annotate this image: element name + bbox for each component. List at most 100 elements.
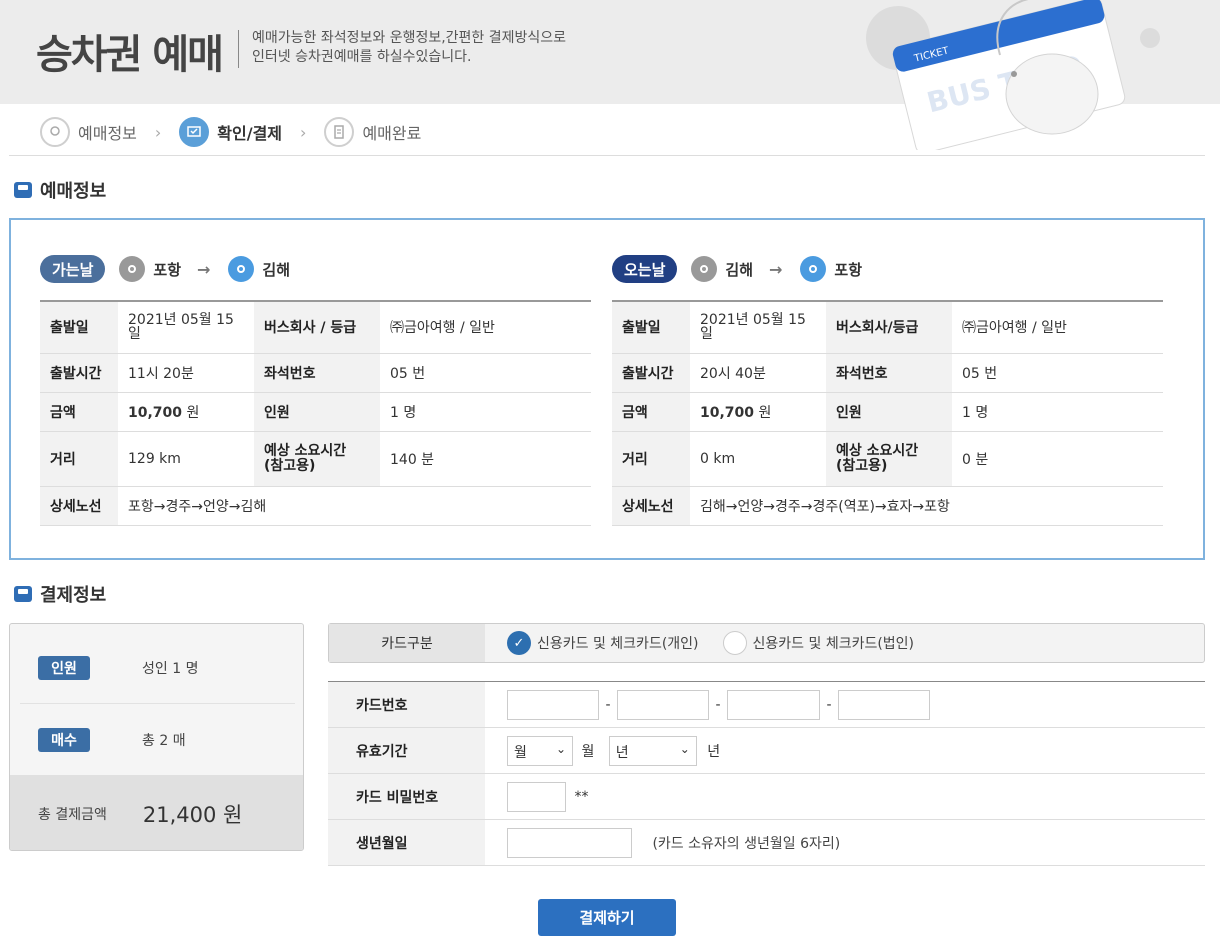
seat-value: 05 번 — [380, 353, 591, 393]
location-pin-icon — [800, 256, 827, 282]
page-description-line1: 예매가능한 좌석정보와 운행정보,간편한 결제방식으로 — [252, 30, 567, 46]
progress-steps: 예매정보 › 확인/결제 › 예매완료 — [40, 114, 421, 150]
total-label: 총 결제금액 — [38, 806, 107, 823]
price-unit: 원 — [186, 404, 200, 421]
card-option-label: 신용카드 및 체크카드(법인) — [752, 636, 915, 652]
page-title: 승차권 예매 — [36, 32, 224, 78]
origin-city: 포항 — [153, 260, 182, 279]
step-reservation-info: 예매정보 — [40, 117, 137, 147]
location-pin-icon — [119, 256, 146, 282]
birth-input[interactable] — [507, 827, 632, 858]
step-label: 확인/결제 — [217, 124, 283, 143]
depart-time-value: 11시 20분 — [118, 353, 254, 393]
card-form: 카드번호 --- 유효기간 월 ⌄ 월 년 ⌄ 년 카드 비밀번호 ** 생년월일 … — [328, 681, 1205, 866]
summary-tickets-row: 매수 총 2 매 — [10, 728, 303, 752]
password-label: 카드 비밀번호 — [328, 773, 485, 820]
people-label: 인원 — [826, 392, 952, 432]
ticket-illustration: TICKET BUS TAGO — [866, 0, 1160, 150]
pay-button[interactable]: 결제하기 — [538, 899, 676, 936]
price-value: 10,700 — [128, 404, 183, 421]
summary-divider — [20, 703, 295, 704]
route-label: 상세노선 — [40, 486, 118, 526]
price-label: 금액 — [612, 392, 690, 432]
birth-label: 생년월일 — [328, 819, 485, 866]
card-type-label: 카드구분 — [329, 624, 485, 662]
location-icon — [40, 117, 70, 147]
year-select[interactable]: 년 ⌄ — [608, 735, 697, 766]
card-number-input-4[interactable] — [838, 689, 930, 720]
company-label: 버스회사/등급 — [826, 301, 952, 354]
section-title-text: 예매정보 — [40, 181, 107, 202]
password-suffix: ** — [574, 788, 589, 805]
dash-separator: - — [826, 696, 832, 713]
price-cell: 10,700 원 — [690, 392, 826, 432]
chevron-right-icon: › — [300, 122, 307, 142]
depart-time-label: 출발시간 — [40, 353, 118, 393]
payment-summary: 인원 성인 1 명 매수 총 2 매 총 결제금액 21,400 원 — [9, 623, 304, 851]
chevron-right-icon: › — [154, 122, 162, 142]
card-number-input-2[interactable] — [617, 689, 709, 720]
origin-city: 김해 — [725, 260, 754, 279]
month-select[interactable]: 월 ⌄ — [507, 735, 573, 766]
duration-value: 140 분 — [380, 431, 591, 487]
radio-empty-icon[interactable] — [722, 631, 747, 655]
summary-total-row: 총 결제금액 21,400 원 — [10, 775, 303, 850]
step-label: 예매정보 — [78, 124, 137, 143]
card-number-label: 카드번호 — [328, 681, 485, 728]
check-icon[interactable]: ✓ — [507, 631, 531, 655]
depart-date-label: 출발일 — [612, 301, 690, 354]
distance-value: 0 km — [690, 431, 826, 487]
route-label: 상세노선 — [612, 486, 690, 526]
step-reservation-complete: 예매완료 — [324, 117, 421, 147]
card-option-label: 신용카드 및 체크카드(개인) — [537, 636, 699, 652]
page-description: 예매가능한 좌석정보와 운행정보,간편한 결제방식으로 인터넷 승차권예매를 하… — [252, 29, 612, 67]
depart-time-label: 출발시간 — [612, 353, 690, 393]
card-number-input-3[interactable] — [727, 689, 820, 720]
reservation-section-title: 예매정보 — [14, 177, 106, 203]
summary-people-row: 인원 성인 1 명 — [10, 656, 303, 680]
people-value: 1 명 — [952, 392, 1163, 432]
birth-fields: (카드 소유자의 생년월일 6자리) — [485, 819, 1205, 866]
outbound-trip: 가는날 포항 → 김해 출발일 2021년 05월 15일 버스회사 / 등급 … — [40, 252, 591, 526]
inbound-badge: 오는날 — [612, 255, 678, 283]
card-type-row: 카드구분 ✓ 신용카드 및 체크카드(개인) 신용카드 및 체크카드(법인) — [328, 623, 1205, 663]
distance-value: 129 km — [118, 431, 254, 487]
bus-icon — [14, 182, 32, 198]
tickets-badge: 매수 — [38, 728, 90, 752]
destination-city: 포항 — [834, 260, 863, 279]
password-input[interactable] — [507, 781, 566, 812]
arrow-right-icon: → — [769, 259, 783, 279]
expiry-label: 유효기간 — [328, 727, 485, 774]
inbound-trip: 오는날 김해 → 포항 출발일 2021년 05월 15일 버스회사/등급 ㈜금… — [612, 252, 1163, 526]
depart-time-value: 20시 40분 — [690, 353, 826, 393]
expiry-fields: 월 ⌄ 월 년 ⌄ 년 — [485, 727, 1205, 774]
outbound-route: 가는날 포항 → 김해 — [40, 252, 591, 286]
step-confirm-payment: 확인/결제 — [179, 117, 282, 147]
card-number-fields: --- — [485, 681, 1205, 728]
title-divider — [238, 30, 239, 68]
tickets-value: 총 2 매 — [142, 733, 186, 749]
card-number-input-1[interactable] — [507, 689, 599, 720]
route-value: 포항→경주→언양→김해 — [118, 486, 591, 526]
arrow-right-icon: → — [197, 259, 211, 279]
depart-date-value: 2021년 05월 15일 — [118, 301, 254, 354]
duration-label: 예상 소요시간 (참고용) — [826, 431, 952, 487]
monitor-check-icon — [179, 117, 210, 147]
card-option-corporate[interactable]: 신용카드 및 체크카드(법인) — [722, 631, 915, 655]
price-unit: 원 — [758, 404, 772, 421]
seat-label: 좌석번호 — [254, 353, 380, 393]
duration-label: 예상 소요시간 (참고용) — [254, 431, 380, 487]
route-value: 김해→언양→경주→경주(역포)→효자→포항 — [690, 486, 1163, 526]
year-select-value: 년 — [615, 744, 629, 761]
destination-city: 김해 — [262, 260, 291, 279]
section-title-text: 결제정보 — [40, 585, 107, 606]
card-option-personal[interactable]: ✓ 신용카드 및 체크카드(개인) — [507, 631, 699, 655]
people-value: 1 명 — [380, 392, 591, 432]
reservation-info-box: 가는날 포항 → 김해 출발일 2021년 05월 15일 버스회사 / 등급 … — [9, 218, 1205, 560]
payment-section-title: 결제정보 — [14, 581, 106, 607]
outbound-info-table: 출발일 2021년 05월 15일 버스회사 / 등급 ㈜금아여행 / 일반 출… — [40, 300, 591, 526]
depart-date-label: 출발일 — [40, 301, 118, 354]
price-label: 금액 — [40, 392, 118, 432]
depart-date-value: 2021년 05월 15일 — [690, 301, 826, 354]
company-label: 버스회사 / 등급 — [254, 301, 380, 354]
